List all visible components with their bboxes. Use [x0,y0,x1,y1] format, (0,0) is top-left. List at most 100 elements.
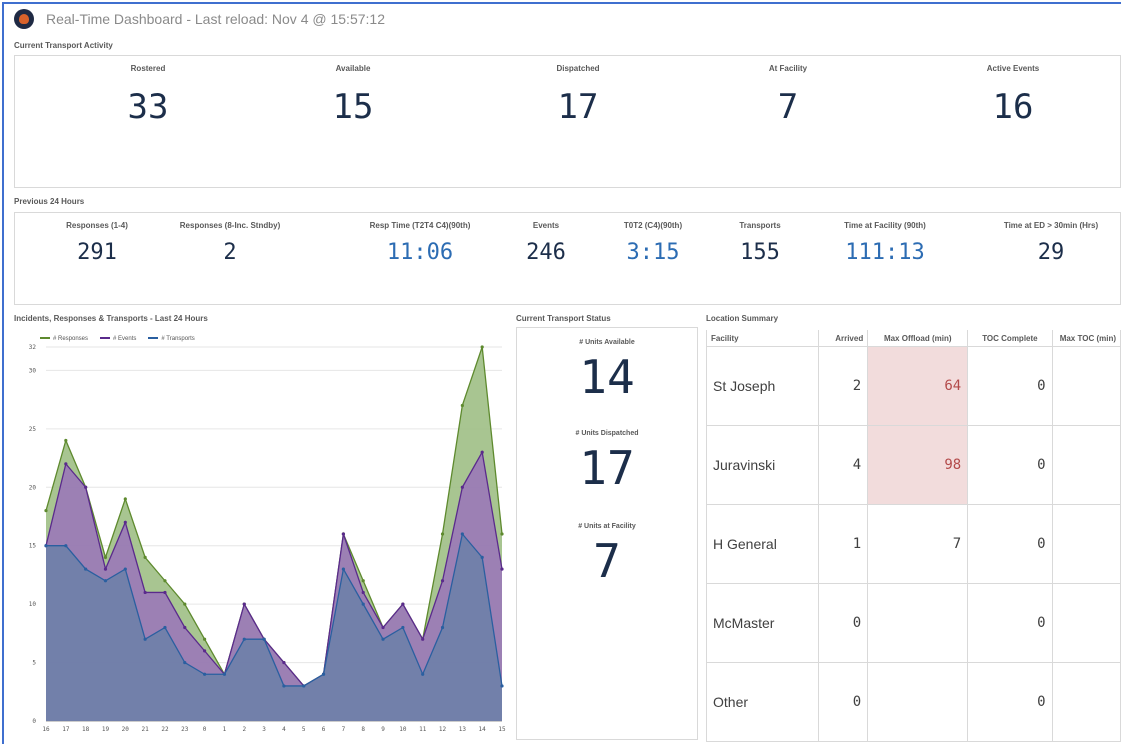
col-max-offload[interactable]: Max Offload (min) [867,330,969,347]
y-tick-label: 5 [32,660,36,667]
units-available-value: 14 [579,350,635,404]
kpi-time-at-facility: Time at Facility (90th) 111:13 [844,221,926,265]
data-point [44,509,48,513]
data-point [183,602,187,606]
data-point [64,544,68,548]
y-tick-label: 15 [29,543,37,550]
table-row[interactable]: Juravinski 4 98 0 [705,425,1121,505]
cell-maxtoc [1051,662,1121,742]
data-point [401,625,405,630]
col-max-toc[interactable]: Max TOC (min) [1051,330,1121,347]
x-tick-label: 20 [122,726,130,733]
data-point [321,672,326,676]
x-tick-label: 13 [459,726,467,733]
cell-offload: 7 [867,504,969,584]
data-point [203,672,207,676]
cell-facility: H General [705,504,820,584]
table-row[interactable]: Other 0 0 [705,662,1121,742]
data-point [381,637,385,641]
y-tick-label: 10 [29,601,37,608]
kpi-responses-standby: Responses (8-Inc. Stndby) 2 [179,221,281,265]
table-row[interactable]: St Joseph 2 64 0 [705,346,1121,426]
table-row[interactable]: McMaster 0 0 [705,583,1121,663]
data-point [203,649,207,653]
data-point [103,579,108,583]
table-row[interactable]: H General 1 7 0 [705,504,1121,584]
cell-facility: Juravinski [705,425,820,505]
data-point [123,567,127,571]
x-tick-label: 11 [419,726,427,733]
paramedic-logo-icon [14,9,34,29]
data-point [123,520,127,524]
cell-toc: 0 [967,504,1053,584]
data-point [500,684,504,688]
cell-maxtoc [1051,504,1121,584]
section-current-label: Current Transport Activity [14,41,113,50]
data-point [361,590,365,595]
cell-offload: 98 [867,425,969,505]
data-point [242,637,246,641]
data-point [222,672,227,676]
kpi-transports: Transports 155 [739,221,781,265]
units-at-facility-label: # Units at Facility [578,523,636,530]
data-point [381,625,385,630]
x-tick-label: 23 [181,726,189,733]
cell-toc: 0 [967,346,1053,426]
x-tick-label: 22 [161,726,169,733]
x-tick-label: 7 [342,726,346,733]
data-point [84,567,88,571]
cell-arrived: 4 [818,425,869,505]
cell-arrived: 2 [818,346,869,426]
col-facility[interactable]: Facility [705,330,820,347]
data-point [480,450,484,454]
kpi-time-at-ed: Time at ED > 30min (Hrs) 29 [1003,221,1099,265]
x-tick-label: 9 [381,726,385,733]
data-point [421,637,425,641]
col-toc-complete[interactable]: TOC Complete [967,330,1053,347]
data-point [163,590,167,595]
x-tick-label: 4 [282,726,286,733]
data-point [103,555,108,559]
kpi-resp-time: Resp Time (T2T4 C4)(90th) 11:06 [369,221,471,265]
x-tick-label: 1 [223,726,227,733]
cell-arrived: 1 [818,504,869,584]
cell-offload [867,662,969,742]
col-arrived[interactable]: Arrived [818,330,869,347]
y-tick-label: 32 [29,344,37,351]
table-header-row: Facility Arrived Max Offload (min) TOC C… [705,330,1121,347]
kpi-available: Available 15 [332,64,374,127]
cell-maxtoc [1051,583,1121,663]
page-title: Real-Time Dashboard - Last reload: Nov 4… [46,11,385,27]
kpi-dispatched: Dispatched 17 [556,64,600,127]
x-tick-label: 17 [62,726,70,733]
previous-24h-panel: Responses (1-4) 291 Responses (8-Inc. St… [14,212,1121,305]
data-point [460,532,464,536]
data-point [123,497,127,501]
transport-status-panel: # Units Available 14 # Units Dispatched … [516,327,698,740]
kpi-responses: Responses (1-4) 291 [66,221,128,265]
data-point [64,438,68,443]
data-point [440,625,445,630]
x-tick-label: 15 [498,726,506,733]
section-previous-label: Previous 24 Hours [14,197,85,206]
units-dispatched-label: # Units Dispatched [575,430,639,437]
cell-arrived: 0 [818,583,869,663]
title-bar: Real-Time Dashboard - Last reload: Nov 4… [14,8,385,30]
x-tick-label: 8 [361,726,365,733]
data-point [480,555,484,559]
data-point [421,672,425,676]
data-point [440,579,445,583]
units-dispatched-value: 17 [579,441,635,495]
y-tick-label: 25 [29,426,37,433]
x-tick-label: 10 [399,726,407,733]
x-tick-label: 0 [203,726,207,733]
cell-facility: St Joseph [705,346,820,426]
data-point [262,637,266,641]
data-point [282,684,286,688]
data-point [361,602,365,606]
current-activity-panel: Rostered 33 Available 15 Dispatched 17 A… [14,55,1121,188]
data-point [163,625,167,630]
data-point [500,532,504,536]
data-point [143,590,147,595]
data-point [361,579,365,583]
